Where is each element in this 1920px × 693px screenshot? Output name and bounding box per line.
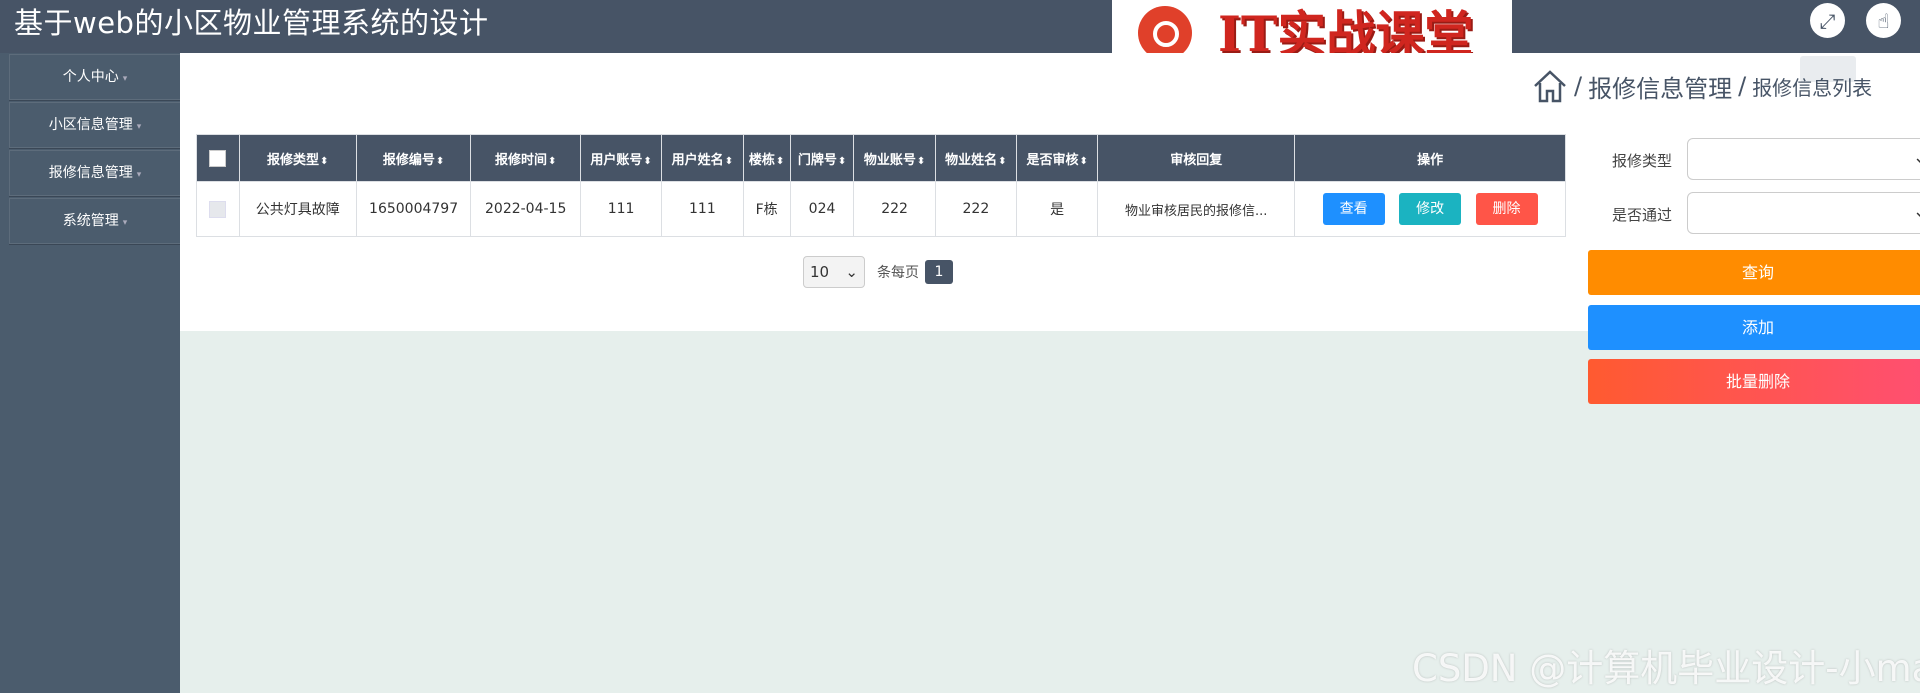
add-button[interactable]: 添加 <box>1588 305 1920 350</box>
search-button[interactable]: 查询 <box>1588 250 1920 295</box>
cell-property-name: 222 <box>934 181 1018 237</box>
sort-icon: ⬍ <box>643 155 652 167</box>
logo-banner: IT实战课堂 <box>1112 0 1512 63</box>
sort-icon: ⬍ <box>775 155 785 167</box>
sidebar-item-label: 报修信息管理 <box>48 165 133 181</box>
table-header-row: 报修类型⬍ 报修编号⬍ 报修时间⬍ 用户账号⬍ 用户姓名⬍ 楼栋⬍ 门牌号⬍ 物… <box>196 134 1566 182</box>
page-number-button[interactable]: 1 <box>925 260 953 284</box>
repair-type-label: 报修类型 <box>1612 152 1673 170</box>
top-bar: 基于web的小区物业管理系统的设计 ⤢ ☝ <box>0 0 1920 53</box>
cell-actions: 查看 修改 删除 <box>1294 181 1566 237</box>
chevron-down-icon: ⌄ <box>1913 147 1920 168</box>
view-button[interactable]: 查看 <box>1322 193 1385 225</box>
sort-icon: ⬍ <box>435 155 445 167</box>
cell-building: F栋 <box>742 181 791 237</box>
col-header-user-name[interactable]: 用户姓名⬍ <box>661 134 744 182</box>
col-header-door[interactable]: 门牌号⬍ <box>789 134 855 182</box>
cell-user-name: 111 <box>661 181 744 237</box>
passed-select[interactable]: ⌄ <box>1687 192 1920 234</box>
sidebar-item-label: 小区信息管理 <box>48 117 133 133</box>
col-header-type[interactable]: 报修类型⬍ <box>238 134 357 182</box>
cell-reviewed: 是 <box>1016 181 1099 237</box>
cell-time: 2022-04-15 <box>470 181 581 237</box>
col-header-actions: 操作 <box>1294 134 1566 182</box>
col-header-building[interactable]: 楼栋⬍ <box>742 134 791 182</box>
page-size-value: 10 <box>810 263 830 281</box>
col-header-property-name[interactable]: 物业姓名⬍ <box>934 134 1018 182</box>
sort-icon: ⬍ <box>916 155 926 167</box>
chevron-down-icon: ⌄ <box>845 263 858 281</box>
sidebar: 个人中心 ▾ 小区信息管理 ▾ 报修信息管理 ▾ 系统管理 ▾ <box>0 53 181 693</box>
caret-down-icon: ▾ <box>122 218 128 228</box>
passed-label: 是否通过 <box>1612 206 1673 224</box>
breadcrumb: / 报修信息管理 / 报修信息列表 <box>1532 66 1872 106</box>
row-checkbox[interactable] <box>209 200 227 218</box>
batch-delete-button[interactable]: 批量删除 <box>1588 359 1920 404</box>
app-title: 基于web的小区物业管理系统的设计 <box>14 6 489 40</box>
pagination: 10 ⌄ 条每页 1 <box>803 256 953 288</box>
cell-door: 024 <box>789 181 855 237</box>
sort-icon: ⬍ <box>998 155 1007 167</box>
col-header-number[interactable]: 报修编号⬍ <box>355 134 472 182</box>
sidebar-item-system[interactable]: 系统管理 ▾ <box>9 198 181 244</box>
breadcrumb-separator: / <box>1738 72 1747 100</box>
edit-button[interactable]: 修改 <box>1399 193 1462 225</box>
sort-icon: ⬍ <box>320 155 329 167</box>
col-header-property-account[interactable]: 物业账号⬍ <box>853 134 936 182</box>
cell-reply: 物业审核居民的报修信... <box>1097 181 1296 237</box>
delete-button[interactable]: 删除 <box>1475 193 1538 225</box>
repair-table: 报修类型⬍ 报修编号⬍ 报修时间⬍ 用户账号⬍ 用户姓名⬍ 楼栋⬍ 门牌号⬍ 物… <box>196 134 1566 237</box>
sidebar-item-community-info[interactable]: 小区信息管理 ▾ <box>9 102 181 148</box>
csdn-watermark: CSDN @计算机毕业设计-小ma <box>1412 647 1920 690</box>
row-select-cell <box>196 181 240 237</box>
chevron-down-icon: ⌄ <box>1913 201 1920 222</box>
table-row: 公共灯具故障 1650004797 2022-04-15 111 111 F栋 … <box>196 181 1566 237</box>
select-all-header <box>196 134 240 182</box>
caret-down-icon: ▾ <box>136 122 142 132</box>
col-header-time[interactable]: 报修时间⬍ <box>470 134 581 182</box>
cell-property-account: 222 <box>853 181 936 237</box>
sort-icon: ⬍ <box>1079 155 1088 167</box>
per-page-label: 条每页 <box>877 265 919 281</box>
sort-icon: ⬍ <box>548 155 557 167</box>
caret-down-icon: ▾ <box>136 170 142 180</box>
sidebar-item-label: 个人中心 <box>62 69 119 85</box>
sidebar-item-personal-center[interactable]: 个人中心 ▾ <box>9 54 181 100</box>
repair-type-select[interactable]: ⌄ <box>1687 138 1920 180</box>
sort-icon: ⬍ <box>837 155 847 167</box>
hand-pointer-icon[interactable]: ☝ <box>1866 3 1901 38</box>
cell-type: 公共灯具故障 <box>238 181 357 237</box>
page-size-select[interactable]: 10 ⌄ <box>803 256 865 288</box>
logo-icon <box>1138 6 1192 60</box>
breadcrumb-current: 报修信息列表 <box>1752 75 1873 100</box>
col-header-reply: 审核回复 <box>1097 134 1296 182</box>
select-all-checkbox[interactable] <box>209 149 227 167</box>
cell-user-account: 111 <box>579 181 663 237</box>
sidebar-item-repair-info[interactable]: 报修信息管理 ▾ <box>9 150 181 196</box>
expand-icon[interactable]: ⤢ <box>1810 3 1845 38</box>
breadcrumb-section[interactable]: 报修信息管理 <box>1588 69 1732 104</box>
breadcrumb-separator: / <box>1574 72 1583 100</box>
home-icon[interactable] <box>1532 68 1568 104</box>
sort-icon: ⬍ <box>724 155 734 167</box>
sidebar-item-label: 系统管理 <box>62 213 119 229</box>
col-header-user-account[interactable]: 用户账号⬍ <box>579 134 663 182</box>
caret-down-icon: ▾ <box>122 74 128 84</box>
cell-number: 1650004797 <box>355 181 472 237</box>
col-header-reviewed[interactable]: 是否审核⬍ <box>1016 134 1099 182</box>
